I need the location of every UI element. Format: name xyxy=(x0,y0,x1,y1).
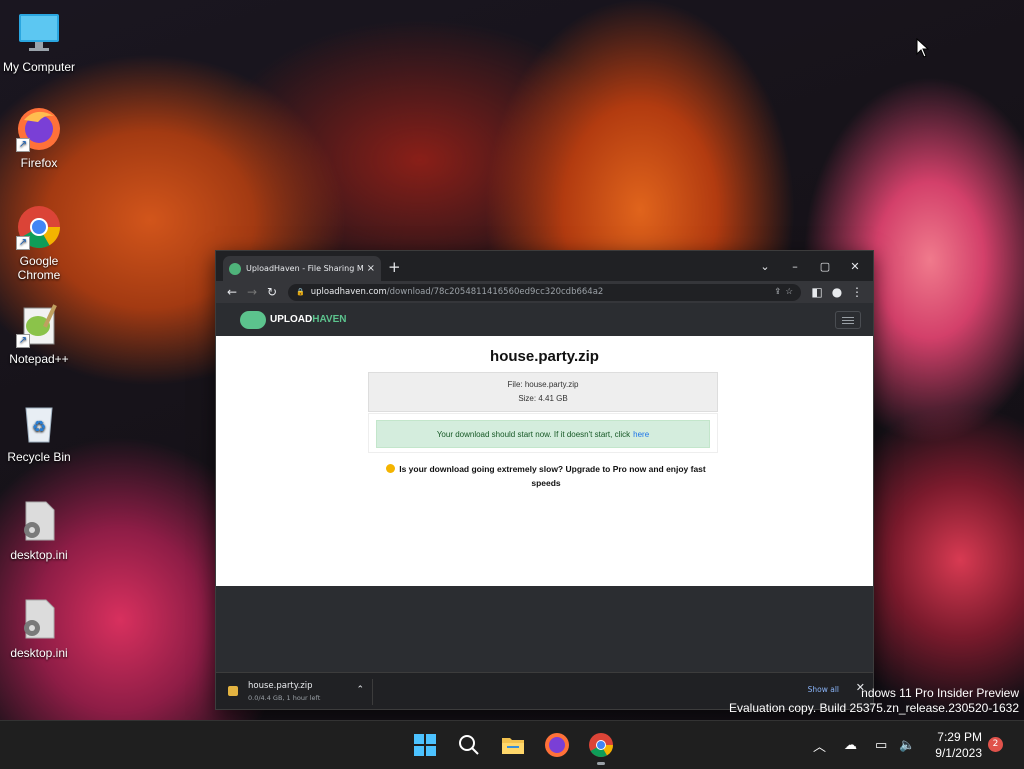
monitor-icon xyxy=(16,10,62,56)
download-file-name: house.party.zip xyxy=(248,681,313,691)
desktop-icon-label: desktop.ini xyxy=(10,548,68,562)
emoji-icon xyxy=(386,464,396,473)
address-bar[interactable]: 🔒 uploadhaven.com/download/78c2054811416… xyxy=(288,283,801,301)
notepadpp-icon: ↗ xyxy=(16,302,62,348)
profile-icon[interactable]: ● xyxy=(827,285,847,299)
settings-file-icon xyxy=(16,596,62,642)
browser-window: UploadHaven - File Sharing Mad × + ⌄ – ▢… xyxy=(215,250,874,710)
browser-toolbar: ← → ↻ 🔒 uploadhaven.com/download/78c2054… xyxy=(216,281,873,303)
windows-start-icon[interactable] xyxy=(411,731,439,759)
page-title: house.party.zip xyxy=(490,348,599,365)
notification-badge[interactable]: 2 xyxy=(988,737,1003,752)
site-header: UPLOADHAVEN xyxy=(216,303,873,336)
clock[interactable]: 7:29 PM 9/1/2023 xyxy=(922,729,982,761)
cloud-offline-icon[interactable]: ☁ xyxy=(844,721,857,769)
desktop-icon-label: Firefox xyxy=(20,156,58,170)
desktop-icon-notepadpp[interactable]: ↗ Notepad++ xyxy=(0,302,78,366)
download-notice-wrapper: Your download should start now. If it do… xyxy=(368,413,718,453)
desktop-icon-firefox[interactable]: ↗ Firefox xyxy=(0,106,78,170)
uploadhaven-favicon-icon xyxy=(229,262,241,275)
lock-icon: 🔒 xyxy=(296,288,305,296)
menu-kebab-icon[interactable]: ⋮ xyxy=(847,285,867,299)
desktop-icon-recycle-bin[interactable]: ♻ Recycle Bin xyxy=(0,400,78,464)
network-icon[interactable]: ▭ xyxy=(875,721,887,769)
download-status: 0.0/4.4 GB, 1 hour left xyxy=(248,694,321,702)
new-tab-button[interactable]: + xyxy=(388,258,401,276)
download-item[interactable]: house.party.zip 0.0/4.4 GB, 1 hour left … xyxy=(226,679,373,705)
shortcut-arrow-icon: ↗ xyxy=(16,236,30,250)
desktop-icon-label: Recycle Bin xyxy=(7,450,71,464)
desktop-icon-label: desktop.ini xyxy=(10,646,68,660)
running-indicator xyxy=(597,762,605,765)
page-content: house.party.zip File: house.party.zip Si… xyxy=(216,336,873,586)
search-icon[interactable] xyxy=(455,731,483,759)
bookmark-star-icon[interactable]: ☆ xyxy=(785,287,793,297)
site-logo-text[interactable]: UPLOADHAVEN xyxy=(270,314,347,325)
desktop-icon-label: Google Chrome xyxy=(17,254,61,282)
download-here-link[interactable]: here xyxy=(633,430,649,439)
zip-file-icon xyxy=(228,686,238,696)
share-icon[interactable]: ⇪ xyxy=(774,287,781,297)
page-footer-area xyxy=(216,586,873,672)
tab-search-icon[interactable]: ⌄ xyxy=(750,251,780,281)
desktop-icon-desktop-ini-2[interactable]: desktop.ini xyxy=(0,596,78,660)
hamburger-menu-icon[interactable] xyxy=(835,311,861,329)
recycle-bin-icon: ♻ xyxy=(16,400,62,446)
clock-time: 7:29 PM xyxy=(937,730,982,744)
desktop-icon-label: My Computer xyxy=(2,60,76,74)
back-arrow-icon[interactable]: ← xyxy=(222,285,242,299)
minimize-button[interactable]: – xyxy=(780,251,810,281)
desktop-icon-my-computer[interactable]: My Computer xyxy=(0,10,78,74)
desktop-icon-desktop-ini-1[interactable]: desktop.ini xyxy=(0,498,78,562)
firefox-icon: ↗ xyxy=(16,106,62,152)
chrome-taskbar-icon[interactable] xyxy=(587,731,615,765)
tab-title: UploadHaven - File Sharing Mad xyxy=(246,264,363,273)
chevron-up-icon[interactable]: ⌃ xyxy=(356,685,364,695)
settings-file-icon xyxy=(16,498,62,544)
windows-watermark: ndows 11 Pro Insider Preview Evaluation … xyxy=(729,686,1019,715)
chrome-icon: ↗ xyxy=(16,204,62,250)
browser-tab-active[interactable]: UploadHaven - File Sharing Mad × xyxy=(223,256,381,281)
taskbar: ︿ ☁ ▭ 🔈 7:29 PM 9/1/2023 2 xyxy=(0,720,1024,769)
file-explorer-icon[interactable] xyxy=(499,731,527,759)
shortcut-arrow-icon: ↗ xyxy=(16,334,30,348)
browser-titlebar: UploadHaven - File Sharing Mad × + ⌄ – ▢… xyxy=(216,251,873,281)
firefox-taskbar-icon[interactable] xyxy=(543,731,571,759)
tab-close-icon[interactable]: × xyxy=(367,263,375,274)
download-notice: Your download should start now. If it do… xyxy=(376,420,710,448)
clock-date: 9/1/2023 xyxy=(935,746,982,760)
desktop-icon-chrome[interactable]: ↗ Google Chrome xyxy=(0,204,78,282)
side-panel-icon[interactable]: ◧ xyxy=(807,285,827,299)
url-host: uploadhaven.com xyxy=(310,287,387,297)
url-path: /download/78c2054811416560ed9cc320cdb664… xyxy=(386,287,604,297)
file-name-line: File: house.party.zip xyxy=(507,380,579,389)
maximize-button[interactable]: ▢ xyxy=(810,251,840,281)
volume-icon[interactable]: 🔈 xyxy=(899,721,915,769)
upgrade-pro-message: Is your download going extremely slow? U… xyxy=(376,462,716,490)
close-window-button[interactable]: ✕ xyxy=(840,251,870,281)
file-info-box: File: house.party.zip Size: 4.41 GB xyxy=(368,372,718,412)
svg-text:♻: ♻ xyxy=(32,417,46,436)
show-hidden-icons-chevron-icon[interactable]: ︿ xyxy=(813,721,826,769)
forward-arrow-icon[interactable]: → xyxy=(242,285,262,299)
file-size-line: Size: 4.41 GB xyxy=(518,394,568,403)
desktop-icon-label: Notepad++ xyxy=(9,352,69,366)
uploadhaven-logo-icon[interactable] xyxy=(240,310,266,329)
reload-icon[interactable]: ↻ xyxy=(262,285,282,299)
shortcut-arrow-icon: ↗ xyxy=(16,138,30,152)
